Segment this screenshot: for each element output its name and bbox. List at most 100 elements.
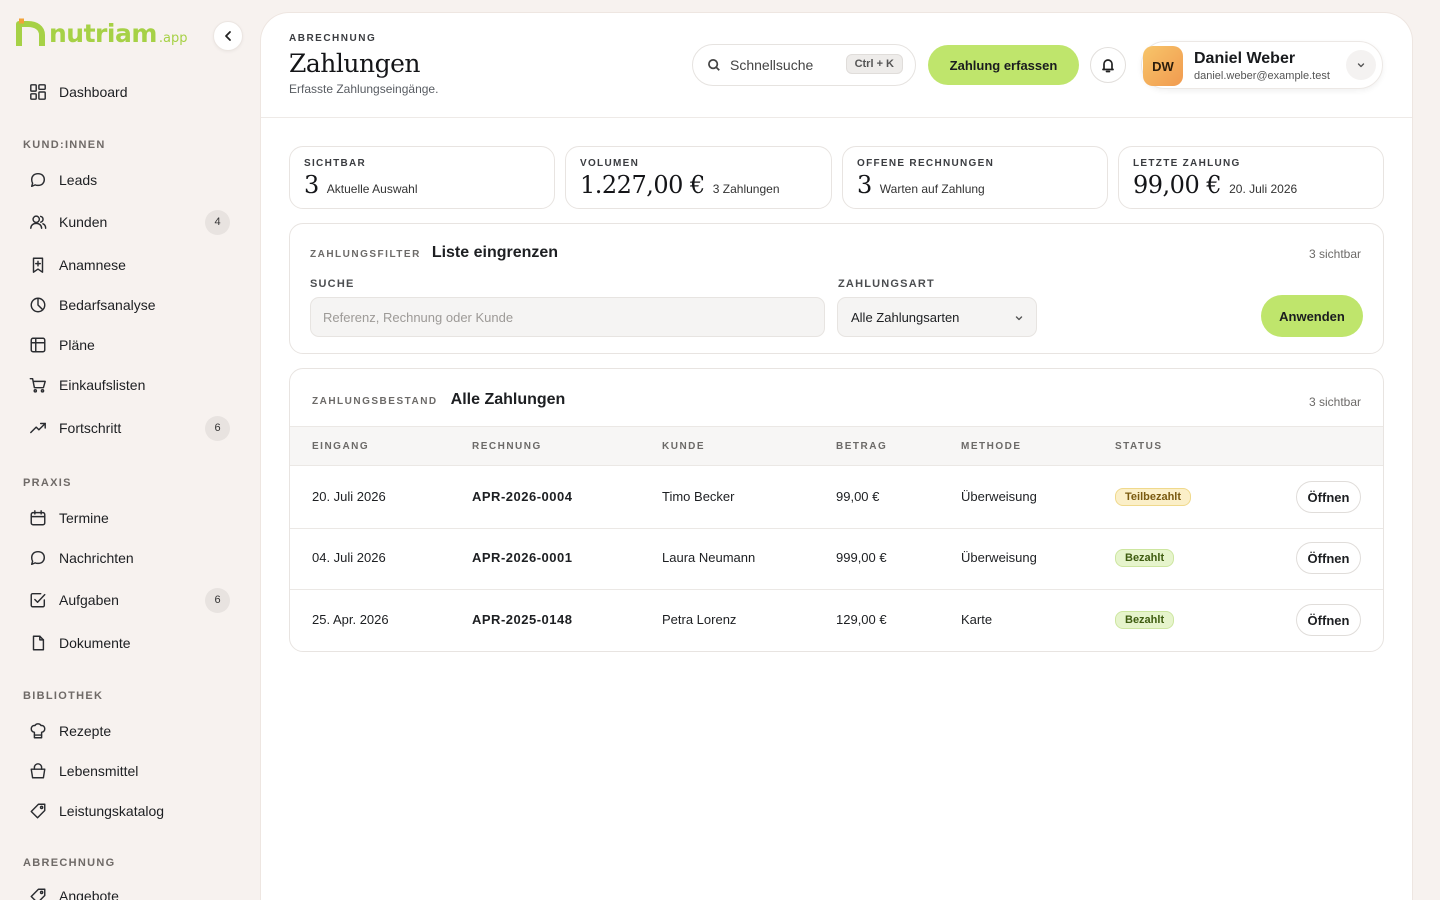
open-payment-button[interactable]: Öffnen [1296,481,1361,513]
main-panel: ABRECHNUNG Zahlungen Erfasste Zahlungsei… [261,13,1412,900]
record-payment-button[interactable]: Zahlung erfassen [928,45,1079,85]
column-header[interactable]: KUNDE [662,441,705,452]
collapse-sidebar-button[interactable] [213,21,243,51]
keyboard-shortcut: Ctrl + K [845,54,903,74]
column-header[interactable]: STATUS [1115,441,1163,452]
sidebar-item-aufgaben[interactable]: Aufgaben 6 [16,583,244,617]
document-icon [28,633,48,653]
notifications-button[interactable] [1090,47,1126,83]
sidebar: nutriam .app Dashboard KUND:INNEN Leads … [0,0,260,900]
tag-icon [28,801,48,821]
invoice-number: APR-2025-0148 [472,612,573,627]
stat-label: LETZTE ZAHLUNG [1133,158,1241,169]
column-header[interactable]: RECHNUNG [472,441,542,452]
message-icon [28,548,48,568]
sidebar-item-nachrichten[interactable]: Nachrichten [16,541,244,575]
chevron-down-icon [1357,63,1365,68]
payment-date: 04. Juli 2026 [312,550,386,565]
user-menu-toggle[interactable] [1346,50,1376,80]
tag-icon [28,886,48,900]
trend-icon [28,418,48,438]
chat-bubble-icon [28,170,48,190]
stat-caption: Aktuelle Auswahl [326,182,418,196]
bookmark-plus-icon [28,255,48,275]
open-payment-button[interactable]: Öffnen [1296,542,1361,574]
sidebar-item-einkaufslisten[interactable]: Einkaufslisten [16,368,244,402]
search-field-label: SUCHE [310,278,355,290]
user-menu[interactable]: DW Daniel Weber daniel.weber@example.tes… [1141,41,1383,89]
column-header[interactable]: BETRAG [836,441,887,452]
search-icon [708,59,720,71]
filter-eyebrow: ZAHLUNGSFILTER [310,249,421,260]
table-header: EINGANG RECHNUNG KUNDE BETRAG METHODE ST… [290,426,1383,466]
payment-method: Karte [961,612,993,627]
sidebar-item-leads[interactable]: Leads [16,163,244,197]
sidebar-item-label: Aufgaben [59,592,119,608]
search-label: Schnellsuche [730,57,814,73]
brand-logo[interactable]: nutriam .app [16,18,187,48]
count-badge: 4 [205,209,230,235]
brand-suffix: .app [158,31,188,46]
payment-date: 25. Apr. 2026 [312,612,389,627]
sidebar-item-rezepte[interactable]: Rezepte [16,714,244,748]
stat-label: SICHTBAR [304,158,367,169]
sidebar-item-dokumente[interactable]: Dokumente [16,626,244,660]
cart-icon [28,375,48,395]
sidebar-item-label: Kunden [59,214,108,230]
sidebar-item-bedarfsanalyse[interactable]: Bedarfsanalyse [16,288,244,322]
stat-value: 3 [304,171,319,199]
chef-hat-icon [28,721,48,741]
payment-amount: 999,00 € [836,550,887,565]
apply-filter-button[interactable]: Anwenden [1261,295,1363,337]
payment-date: 20. Juli 2026 [312,489,386,504]
checkbox-icon [28,590,48,610]
payment-filter-card: ZAHLUNGSFILTER Liste eingrenzen 3 sichtb… [289,223,1384,354]
stat-label: VOLUMEN [580,158,640,169]
sidebar-item-angebote[interactable]: Angebote [16,879,244,900]
customer-name: Laura Neumann [662,550,756,565]
sidebar-item-kunden[interactable]: Kunden 4 [16,205,244,239]
sidebar-item-label: Dashboard [59,84,128,100]
sidebar-item-label: Bedarfsanalyse [59,297,156,313]
user-email: daniel.weber@example.test [1194,70,1330,82]
sidebar-item-label: Termine [59,510,109,526]
quick-search[interactable]: Schnellsuche Ctrl + K [692,44,916,86]
section-title-bibliothek: BIBLIOTHEK [23,690,104,702]
table-count: 3 sichtbar [1308,395,1361,409]
sidebar-item-label: Pläne [59,337,95,353]
brand-name: nutriam [49,19,157,48]
payment-type-label: ZAHLUNGSART [838,278,935,290]
basket-icon [28,761,48,781]
stat-card-visible: SICHTBAR 3 Aktuelle Auswahl [289,146,555,209]
sidebar-item-label: Einkaufslisten [59,377,146,393]
stat-caption: 20. Juli 2026 [1229,182,1298,196]
table-row[interactable]: 20. Juli 2026 APR-2026-0004 Timo Becker … [290,467,1383,529]
sidebar-item-label: Fortschritt [59,420,122,436]
stat-card-last-payment: LETZTE ZAHLUNG 99,00 € 20. Juli 2026 [1118,146,1384,209]
payments-table-card: ZAHLUNGSBESTAND Alle Zahlungen 3 sichtba… [289,368,1384,652]
column-header[interactable]: EINGANG [312,441,369,452]
section-title-abrechnung: ABRECHNUNG [23,857,116,869]
sidebar-item-anamnese[interactable]: Anamnese [16,248,244,282]
sidebar-item-lebensmittel[interactable]: Lebensmittel [16,754,244,788]
page-eyebrow: ABRECHNUNG [289,33,377,44]
sidebar-item-dashboard[interactable]: Dashboard [16,75,244,109]
sidebar-item-label: Nachrichten [59,550,134,566]
stat-value: 3 [857,171,872,199]
table-row[interactable]: 25. Apr. 2026 APR-2025-0148 Petra Lorenz… [290,590,1383,651]
sidebar-item-label: Angebote [59,888,119,900]
sidebar-item-fortschritt[interactable]: Fortschritt 6 [16,411,244,445]
count-badge: 6 [205,587,230,613]
table-row[interactable]: 04. Juli 2026 APR-2026-0001 Laura Neuman… [290,528,1383,590]
status-badge: Bezahlt [1115,549,1175,567]
payment-method: Überweisung [961,489,1037,504]
avatar: DW [1143,46,1183,86]
sidebar-item-termine[interactable]: Termine [16,501,244,535]
column-header[interactable]: METHODE [961,441,1022,452]
open-payment-button[interactable]: Öffnen [1296,604,1361,636]
stat-value: 1.227,00 € [580,171,705,199]
payment-type-select[interactable]: Alle Zahlungsarten [837,297,1037,337]
sidebar-item-leistungskatalog[interactable]: Leistungskatalog [16,794,244,828]
payment-search-input[interactable]: Referenz, Rechnung oder Kunde [310,297,825,337]
sidebar-item-plaene[interactable]: Pläne [16,328,244,362]
